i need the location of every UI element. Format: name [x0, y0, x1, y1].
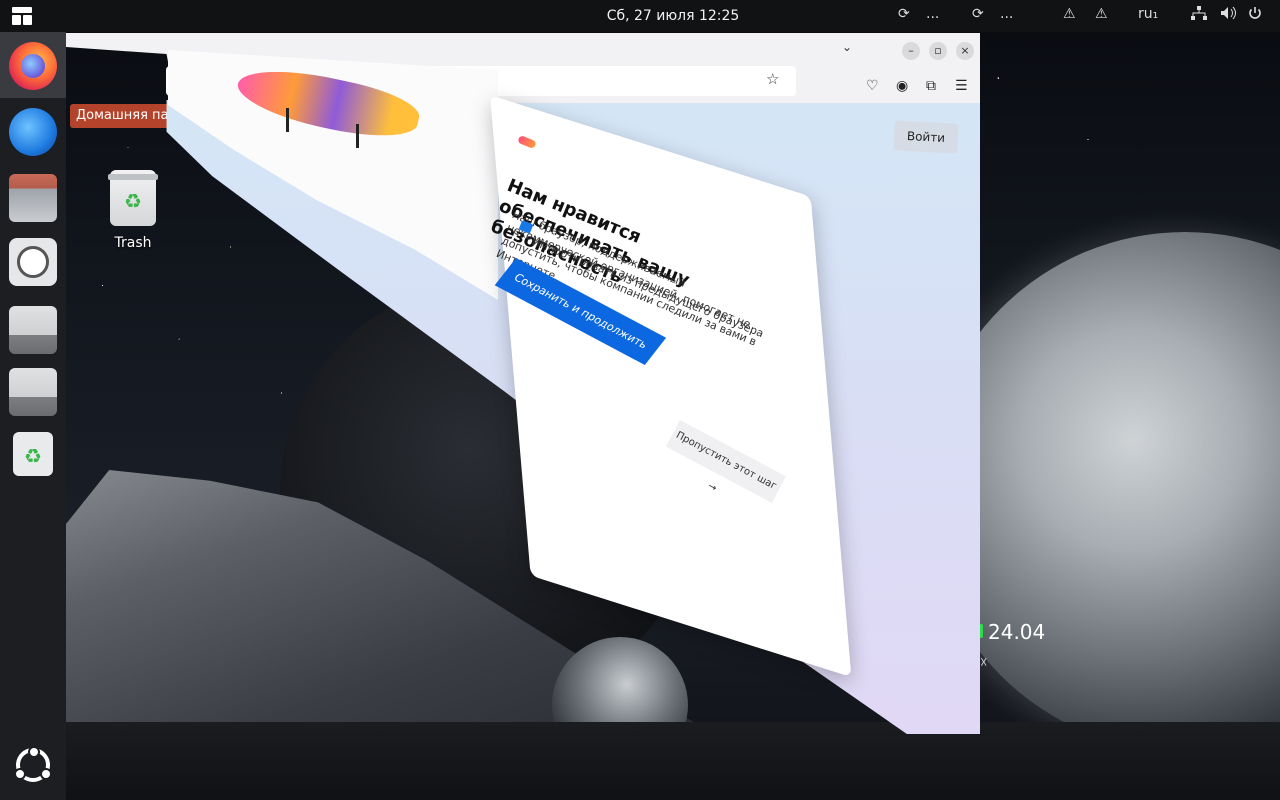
- keyboard-layout[interactable]: ru₁: [1138, 6, 1158, 22]
- trash-icon[interactable]: ♻: [13, 432, 53, 476]
- account-icon[interactable]: ◉: [896, 78, 908, 94]
- close-button[interactable]: ×: [956, 42, 974, 60]
- refresh-icon[interactable]: ⟳: [972, 6, 984, 22]
- ubuntu-logo-icon[interactable]: [14, 746, 52, 782]
- tilde-mark: ☓: [980, 655, 988, 671]
- firefox-icon[interactable]: [9, 42, 57, 90]
- bookmark-star-icon[interactable]: ☆: [766, 70, 779, 88]
- version-text: 24.04: [988, 620, 1046, 644]
- menu-icon[interactable]: ☰: [955, 78, 968, 94]
- date-time[interactable]: Сб, 27 июля 12:25: [0, 8, 1280, 24]
- login-button[interactable]: Войти: [893, 120, 959, 154]
- maximize-button[interactable]: ▫: [929, 42, 947, 60]
- refresh-icon[interactable]: ⟳: [898, 6, 910, 22]
- warning-icon[interactable]: ⚠: [1095, 6, 1108, 22]
- ground: [0, 722, 1280, 800]
- extensions-icon[interactable]: ⧉: [926, 78, 936, 94]
- top-bar: Сб, 27 июля 12:25 ⟳ ... ⟳ ... ⚠ ⚠ ru₁: [0, 0, 1280, 32]
- trash-label[interactable]: Trash: [95, 235, 171, 251]
- volume-icon[interactable]: [1220, 6, 1236, 24]
- tab-list-chevron-icon[interactable]: ⌄: [842, 40, 852, 54]
- warning-icon[interactable]: ⚠: [1063, 6, 1076, 22]
- dock: ♻: [0, 32, 66, 800]
- power-icon[interactable]: [1248, 6, 1262, 24]
- minimize-button[interactable]: –: [902, 42, 920, 60]
- sled-illustration: [232, 59, 424, 158]
- files-icon[interactable]: [9, 174, 57, 222]
- network-icon[interactable]: [1191, 6, 1207, 24]
- thunderbird-icon[interactable]: [9, 108, 57, 156]
- disk-icon[interactable]: [9, 238, 57, 286]
- drive-icon[interactable]: [9, 306, 57, 354]
- pocket-icon[interactable]: ♡: [866, 78, 879, 94]
- tray-ellipsis[interactable]: ...: [1000, 6, 1013, 22]
- tray-ellipsis[interactable]: ...: [926, 6, 939, 22]
- drive-icon[interactable]: [9, 368, 57, 416]
- trash-icon[interactable]: ♻: [108, 170, 158, 226]
